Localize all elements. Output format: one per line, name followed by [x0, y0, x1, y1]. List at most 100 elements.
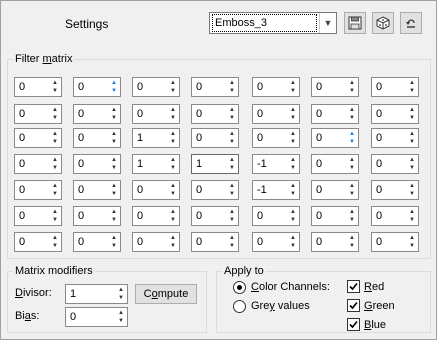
spin-down-icon[interactable]: ▼	[168, 138, 178, 146]
matrix-cell-spin-arrows[interactable]: ▲ ▼	[109, 130, 119, 146]
spin-down-icon[interactable]: ▼	[50, 114, 60, 122]
matrix-cell-spinbox[interactable]: 0 ▲ ▼	[311, 128, 359, 148]
matrix-cell-spinbox[interactable]: 0 ▲ ▼	[252, 104, 300, 124]
spin-up-icon[interactable]: ▲	[109, 182, 119, 190]
spin-down-icon[interactable]: ▼	[109, 242, 119, 250]
matrix-cell-spinbox[interactable]: 0 ▲ ▼	[252, 77, 300, 97]
matrix-cell-spinbox[interactable]: 0 ▲ ▼	[73, 180, 121, 200]
matrix-cell-spinbox[interactable]: 0 ▲ ▼	[371, 104, 419, 124]
spin-up-icon[interactable]: ▲	[168, 208, 178, 216]
spin-up-icon[interactable]: ▲	[116, 286, 126, 294]
spin-down-icon[interactable]: ▼	[109, 216, 119, 224]
spin-down-icon[interactable]: ▼	[407, 138, 417, 146]
spin-up-icon[interactable]: ▲	[407, 182, 417, 190]
spin-down-icon[interactable]: ▼	[109, 138, 119, 146]
spin-up-icon[interactable]: ▲	[109, 208, 119, 216]
matrix-cell-spin-arrows[interactable]: ▲ ▼	[227, 208, 237, 224]
spin-down-icon[interactable]: ▼	[288, 114, 298, 122]
spin-up-icon[interactable]: ▲	[109, 234, 119, 242]
spin-up-icon[interactable]: ▲	[109, 106, 119, 114]
spin-up-icon[interactable]: ▲	[50, 234, 60, 242]
spin-up-icon[interactable]: ▲	[288, 130, 298, 138]
save-preset-button[interactable]	[344, 12, 366, 34]
color-channels-label[interactable]: Color Channels:	[251, 281, 330, 293]
spin-up-icon[interactable]: ▲	[288, 156, 298, 164]
spin-down-icon[interactable]: ▼	[168, 164, 178, 172]
matrix-cell-spin-arrows[interactable]: ▲ ▼	[168, 182, 178, 198]
matrix-cell-spin-arrows[interactable]: ▲ ▼	[227, 234, 237, 250]
matrix-cell-spinbox[interactable]: 0 ▲ ▼	[132, 77, 180, 97]
matrix-cell-spinbox[interactable]: 0 ▲ ▼	[14, 128, 62, 148]
spin-down-icon[interactable]: ▼	[227, 87, 237, 95]
chevron-down-icon[interactable]: ▼	[319, 13, 336, 33]
spin-down-icon[interactable]: ▼	[109, 164, 119, 172]
matrix-cell-spinbox[interactable]: 0 ▲ ▼	[311, 154, 359, 174]
matrix-cell-spinbox[interactable]: 0 ▲ ▼	[311, 232, 359, 252]
matrix-cell-spin-arrows[interactable]: ▲ ▼	[347, 79, 357, 95]
spin-down-icon[interactable]: ▼	[168, 190, 178, 198]
spin-down-icon[interactable]: ▼	[347, 190, 357, 198]
spin-up-icon[interactable]: ▲	[168, 156, 178, 164]
matrix-cell-spinbox[interactable]: 0 ▲ ▼	[191, 232, 239, 252]
spin-up-icon[interactable]: ▲	[50, 182, 60, 190]
matrix-cell-spin-arrows[interactable]: ▲ ▼	[288, 234, 298, 250]
matrix-cell-spinbox[interactable]: 0 ▲ ▼	[132, 104, 180, 124]
matrix-cell-spinbox[interactable]: 0 ▲ ▼	[73, 206, 121, 226]
color-channels-radio[interactable]	[233, 281, 246, 294]
matrix-cell-spinbox[interactable]: 0 ▲ ▼	[132, 232, 180, 252]
spin-up-icon[interactable]: ▲	[227, 182, 237, 190]
matrix-cell-spinbox[interactable]: 0 ▲ ▼	[14, 206, 62, 226]
matrix-cell-spin-arrows[interactable]: ▲ ▼	[109, 234, 119, 250]
spin-down-icon[interactable]: ▼	[116, 294, 126, 302]
spin-up-icon[interactable]: ▲	[109, 130, 119, 138]
matrix-cell-spin-arrows[interactable]: ▲ ▼	[50, 106, 60, 122]
spin-down-icon[interactable]: ▼	[227, 242, 237, 250]
matrix-cell-spin-arrows[interactable]: ▲ ▼	[288, 79, 298, 95]
spin-up-icon[interactable]: ▲	[168, 130, 178, 138]
spin-up-icon[interactable]: ▲	[407, 106, 417, 114]
matrix-cell-spinbox[interactable]: 0 ▲ ▼	[73, 232, 121, 252]
spin-up-icon[interactable]: ▲	[50, 156, 60, 164]
matrix-cell-spinbox[interactable]: 0 ▲ ▼	[371, 180, 419, 200]
matrix-cell-spinbox[interactable]: 0 ▲ ▼	[371, 128, 419, 148]
matrix-cell-spinbox[interactable]: 1 ▲ ▼	[132, 154, 180, 174]
spin-down-icon[interactable]: ▼	[227, 114, 237, 122]
spin-down-icon[interactable]: ▼	[168, 114, 178, 122]
matrix-cell-spinbox[interactable]: 0 ▲ ▼	[191, 206, 239, 226]
spin-down-icon[interactable]: ▼	[50, 242, 60, 250]
matrix-cell-spinbox[interactable]: 0 ▲ ▼	[14, 104, 62, 124]
matrix-cell-spinbox[interactable]: 0 ▲ ▼	[14, 154, 62, 174]
matrix-cell-spin-arrows[interactable]: ▲ ▼	[407, 130, 417, 146]
matrix-cell-spin-arrows[interactable]: ▲ ▼	[109, 156, 119, 172]
matrix-cell-spin-arrows[interactable]: ▲ ▼	[288, 130, 298, 146]
spin-up-icon[interactable]: ▲	[347, 182, 357, 190]
bias-spin-arrows[interactable]: ▲ ▼	[116, 309, 126, 325]
spin-up-icon[interactable]: ▲	[227, 234, 237, 242]
matrix-cell-spinbox[interactable]: 0 ▲ ▼	[73, 128, 121, 148]
matrix-cell-spin-arrows[interactable]: ▲ ▼	[227, 106, 237, 122]
spin-up-icon[interactable]: ▲	[50, 208, 60, 216]
spin-up-icon[interactable]: ▲	[227, 156, 237, 164]
spin-down-icon[interactable]: ▼	[288, 190, 298, 198]
red-label[interactable]: Red	[364, 281, 384, 293]
matrix-cell-spinbox[interactable]: 0 ▲ ▼	[14, 232, 62, 252]
matrix-cell-spin-arrows[interactable]: ▲ ▼	[227, 79, 237, 95]
matrix-cell-spin-arrows[interactable]: ▲ ▼	[407, 234, 417, 250]
spin-up-icon[interactable]: ▲	[407, 234, 417, 242]
spin-down-icon[interactable]: ▼	[50, 190, 60, 198]
compute-button[interactable]: Compute	[135, 284, 197, 304]
matrix-cell-spinbox[interactable]: 0 ▲ ▼	[371, 77, 419, 97]
spin-down-icon[interactable]: ▼	[288, 216, 298, 224]
matrix-cell-spinbox[interactable]: -1 ▲ ▼	[252, 180, 300, 200]
spin-up-icon[interactable]: ▲	[50, 106, 60, 114]
spin-down-icon[interactable]: ▼	[407, 164, 417, 172]
spin-down-icon[interactable]: ▼	[347, 164, 357, 172]
matrix-cell-spin-arrows[interactable]: ▲ ▼	[109, 106, 119, 122]
matrix-cell-spinbox[interactable]: 0 ▲ ▼	[371, 232, 419, 252]
matrix-cell-spin-arrows[interactable]: ▲ ▼	[168, 106, 178, 122]
random-preset-button[interactable]	[372, 12, 394, 34]
spin-up-icon[interactable]: ▲	[288, 106, 298, 114]
spin-down-icon[interactable]: ▼	[109, 87, 119, 95]
matrix-cell-spin-arrows[interactable]: ▲ ▼	[347, 182, 357, 198]
matrix-cell-spin-arrows[interactable]: ▲ ▼	[168, 208, 178, 224]
